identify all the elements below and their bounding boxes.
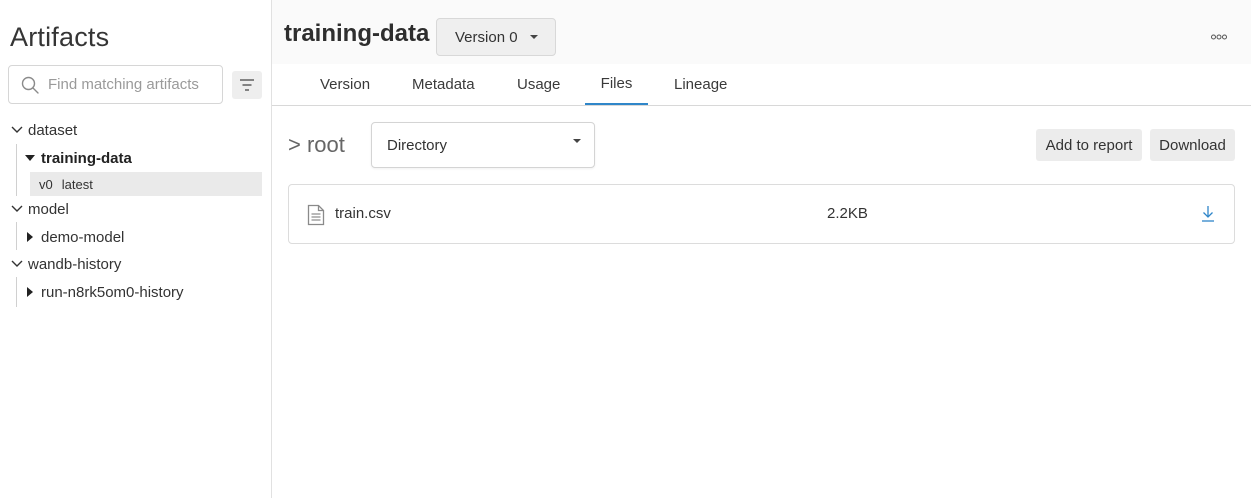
- file-icon: [307, 204, 325, 226]
- filter-button[interactable]: [232, 71, 262, 99]
- directory-select[interactable]: Directory: [371, 122, 595, 168]
- sidebar-title: Artifacts: [10, 22, 110, 52]
- tree-item-training-data[interactable]: training-data: [23, 147, 132, 169]
- add-to-report-button[interactable]: Add to report: [1036, 129, 1142, 161]
- tree-item-label: training-data: [41, 149, 132, 167]
- path-breadcrumb[interactable]: > root: [288, 132, 345, 158]
- directory-select-value: Directory: [387, 136, 448, 154]
- caret-down-icon: [529, 35, 538, 39]
- download-icon[interactable]: [1200, 205, 1216, 223]
- tree-group-model[interactable]: model: [10, 198, 69, 220]
- caret-down-icon: [23, 151, 37, 165]
- caret-down-icon: [573, 139, 581, 143]
- chevron-down-icon: [10, 123, 24, 137]
- artifact-tabs: Version Metadata Usage Files Lineage: [272, 64, 1251, 106]
- file-size: 2.2KB: [827, 205, 868, 222]
- file-name[interactable]: train.csv: [335, 205, 391, 222]
- artifact-header: training-data Version 0: [272, 0, 1251, 64]
- artifacts-sidebar: Artifacts dataset: [0, 0, 272, 498]
- tree-group-label: wandb-history: [28, 255, 122, 273]
- tree-version-v0[interactable]: v0 latest: [30, 172, 262, 196]
- tree-group-label: dataset: [28, 121, 78, 139]
- more-options-button[interactable]: [1209, 30, 1229, 44]
- download-button[interactable]: Download: [1150, 129, 1235, 161]
- chevron-down-icon: [10, 202, 24, 216]
- tab-usage[interactable]: Usage: [517, 64, 560, 105]
- tree-item-label: run-n8rk5om0-history: [41, 283, 184, 301]
- search-icon: [21, 76, 39, 94]
- filter-icon: [240, 79, 254, 91]
- tree-guide-line: [16, 277, 17, 307]
- tree-group-wandb-history[interactable]: wandb-history: [10, 253, 121, 275]
- caret-right-icon: [23, 285, 37, 299]
- tree-guide-line: [16, 144, 17, 196]
- tree-item-label: demo-model: [41, 228, 125, 246]
- tab-version[interactable]: Version: [320, 64, 370, 105]
- tab-files[interactable]: Files: [585, 64, 648, 105]
- more-horizontal-icon: [1211, 34, 1227, 40]
- files-table: train.csv 2.2KB: [288, 184, 1235, 244]
- version-select-value: Version 0: [455, 28, 518, 46]
- tree-group-label: model: [28, 200, 69, 218]
- artifact-search-box[interactable]: [8, 65, 223, 104]
- artifact-title: training-data: [284, 20, 430, 47]
- version-number: v0: [39, 176, 53, 192]
- tree-item-run-history[interactable]: run-n8rk5om0-history: [23, 281, 184, 303]
- version-select[interactable]: Version 0: [436, 18, 556, 56]
- chevron-down-icon: [10, 257, 24, 271]
- tree-group-dataset[interactable]: dataset: [10, 119, 77, 141]
- tab-metadata[interactable]: Metadata: [412, 64, 475, 105]
- file-row[interactable]: train.csv 2.2KB: [289, 185, 1234, 243]
- artifact-main: training-data Version 0 Version Metadata…: [272, 0, 1251, 498]
- tree-guide-line: [16, 222, 17, 250]
- version-alias: latest: [61, 176, 93, 192]
- artifact-search-input[interactable]: [48, 76, 218, 93]
- tree-item-demo-model[interactable]: demo-model: [23, 226, 124, 248]
- tab-lineage[interactable]: Lineage: [674, 64, 727, 105]
- caret-right-icon: [23, 230, 37, 244]
